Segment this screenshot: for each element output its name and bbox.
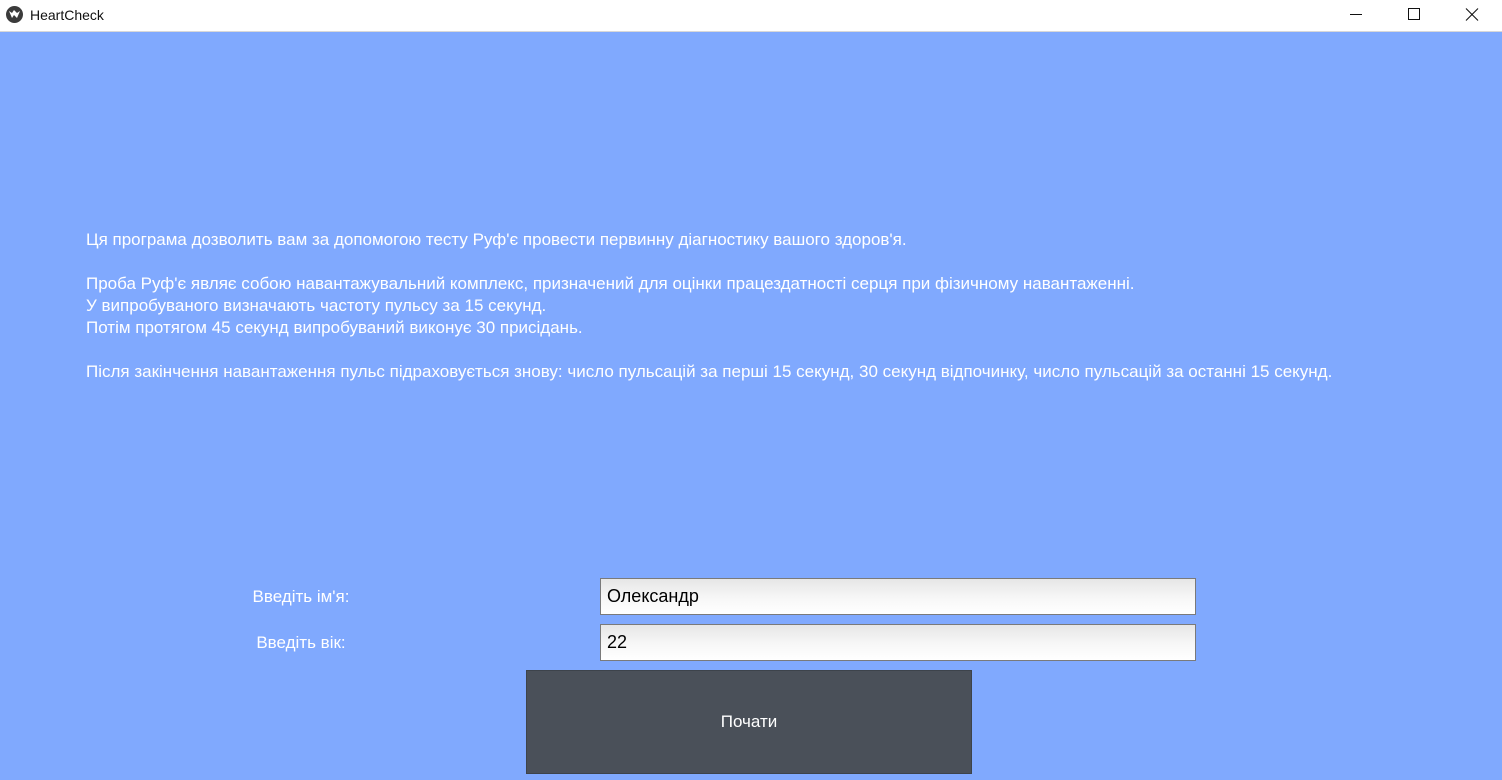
intro-line: Після закінчення навантаження пульс підр…	[86, 362, 1333, 381]
close-button[interactable]	[1443, 0, 1501, 31]
title-bar[interactable]: HeartCheck	[0, 0, 1502, 32]
age-label: Введіть вік:	[256, 633, 346, 652]
window-title: HeartCheck	[30, 7, 104, 23]
minimize-icon	[1350, 14, 1362, 15]
main-content: Ця програма дозволить вам за допомогою т…	[0, 33, 1502, 780]
intro-line: Проба Руф'є являє собою навантажувальний…	[86, 274, 1135, 293]
kivy-app-icon	[6, 6, 23, 23]
intro-line: Потім протягом 45 секунд випробуваний ви…	[86, 318, 583, 337]
app-window: HeartCheck Ця програма дозволить вам за …	[0, 0, 1502, 780]
name-label: Введіть ім'я:	[252, 587, 350, 606]
instructions-text: Ця програма дозволить вам за допомогою т…	[86, 229, 1466, 383]
intro-line: Ця програма дозволить вам за допомогою т…	[86, 230, 907, 249]
age-input[interactable]	[600, 624, 1196, 661]
maximize-icon	[1408, 8, 1420, 20]
intro-line: У випробуваного визначають частоту пульс…	[86, 296, 547, 315]
start-button[interactable]: Почати	[526, 670, 972, 774]
maximize-button[interactable]	[1385, 0, 1443, 31]
close-icon	[1465, 8, 1479, 21]
name-input[interactable]	[600, 578, 1196, 615]
minimize-button[interactable]	[1327, 0, 1385, 31]
